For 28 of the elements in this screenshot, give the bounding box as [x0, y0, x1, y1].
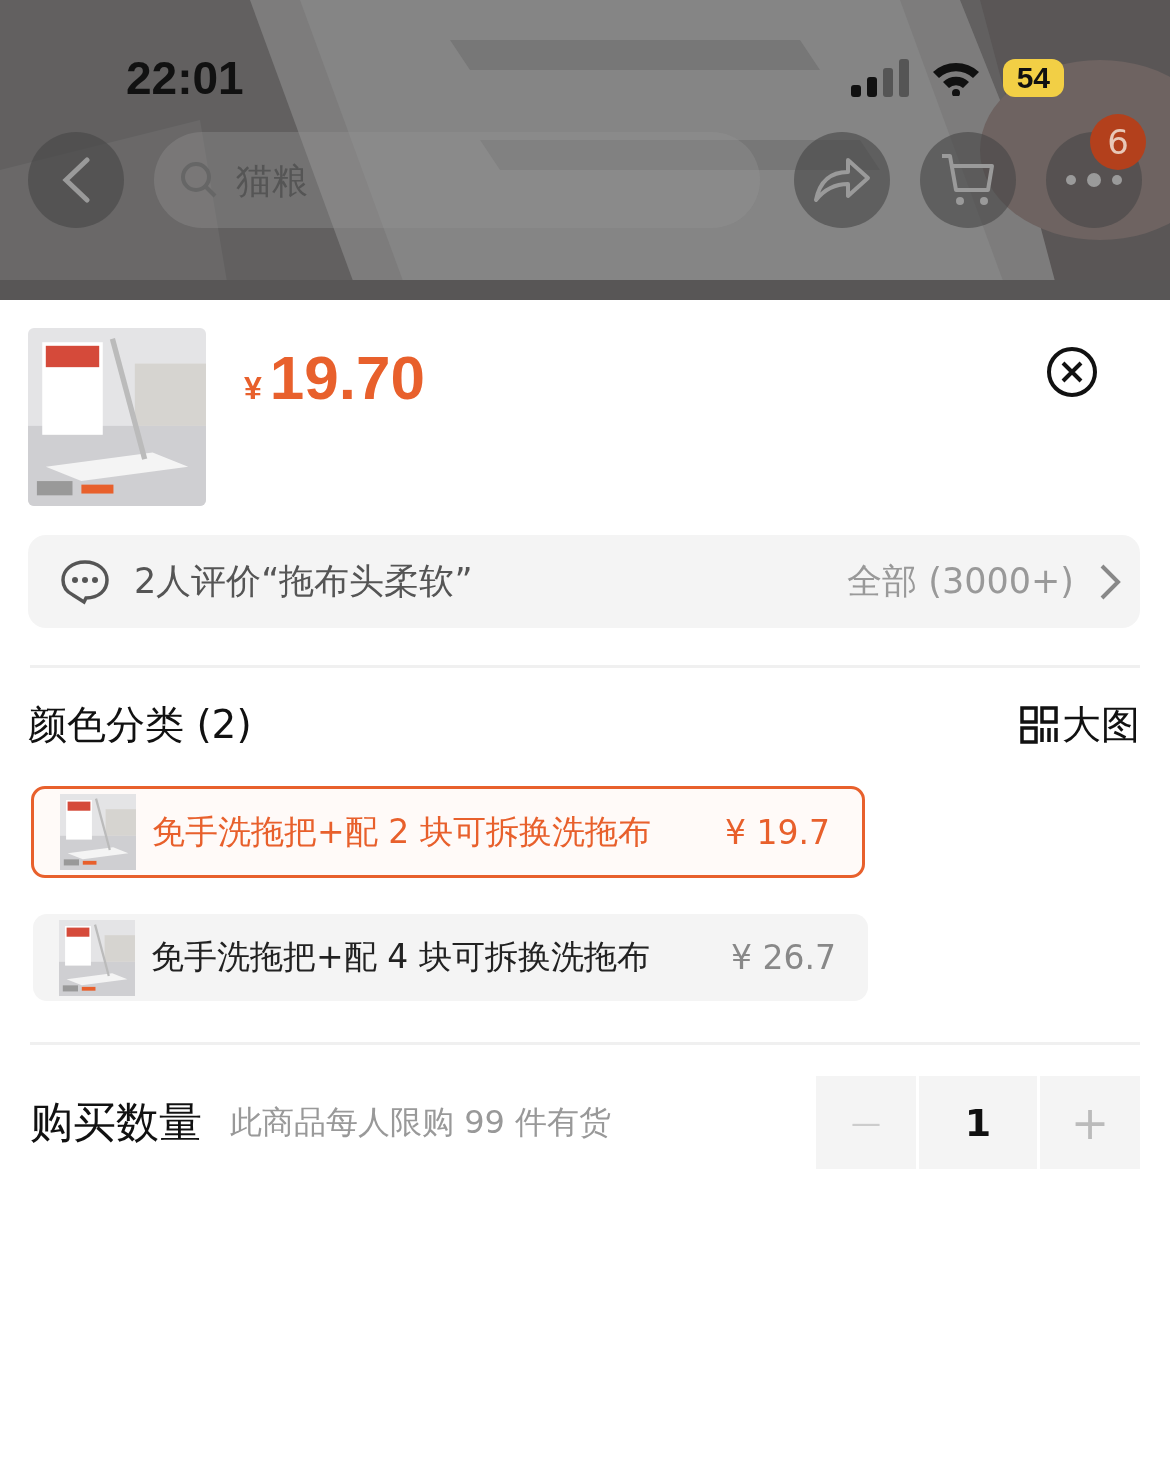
- product-price: 19.70: [269, 342, 425, 413]
- increase-button[interactable]: +: [1040, 1076, 1140, 1169]
- section-title: 颜色分类 (2): [28, 701, 252, 749]
- grid-icon[interactable]: [1020, 706, 1058, 744]
- quantity-value: 1: [919, 1076, 1037, 1169]
- review-summary: 2人评价“拖布头柔软”: [134, 560, 474, 603]
- review-bar[interactable]: 2人评价“拖布头柔软” 全部 (3000+): [28, 535, 1140, 628]
- cart-icon: [940, 152, 996, 208]
- quantity-label: 购买数量: [30, 1095, 202, 1149]
- currency-symbol: ¥: [244, 370, 262, 407]
- status-time: 22:01: [126, 51, 244, 105]
- close-icon[interactable]: [1046, 346, 1098, 398]
- battery-level: 54: [1002, 59, 1064, 97]
- all-reviews-link[interactable]: 全部 (3000+): [847, 558, 1074, 605]
- chat-bubble-icon: [60, 558, 110, 605]
- share-icon: [812, 156, 872, 204]
- more-icon: [1064, 173, 1124, 187]
- variant-option[interactable]: 免手洗拖把+配 4 块可拆换洗拖布 ¥ 26.7: [33, 914, 868, 1001]
- variant-price: ¥ 19.7: [725, 812, 830, 852]
- view-large-link[interactable]: 大图: [1062, 698, 1140, 752]
- purchase-limit-note: 此商品每人限购 99 件有货: [230, 1101, 613, 1143]
- variant-label: 免手洗拖把+配 2 块可拆换洗拖布: [152, 810, 652, 853]
- signal-icon: [850, 59, 909, 97]
- chevron-right-icon: [1098, 562, 1122, 601]
- variant-option[interactable]: 免手洗拖把+配 2 块可拆换洗拖布 ¥ 19.7: [31, 786, 865, 878]
- variant-label: 免手洗拖把+配 4 块可拆换洗拖布: [151, 936, 651, 978]
- back-icon: [61, 157, 91, 203]
- variant-price: ¥ 26.7: [731, 938, 836, 977]
